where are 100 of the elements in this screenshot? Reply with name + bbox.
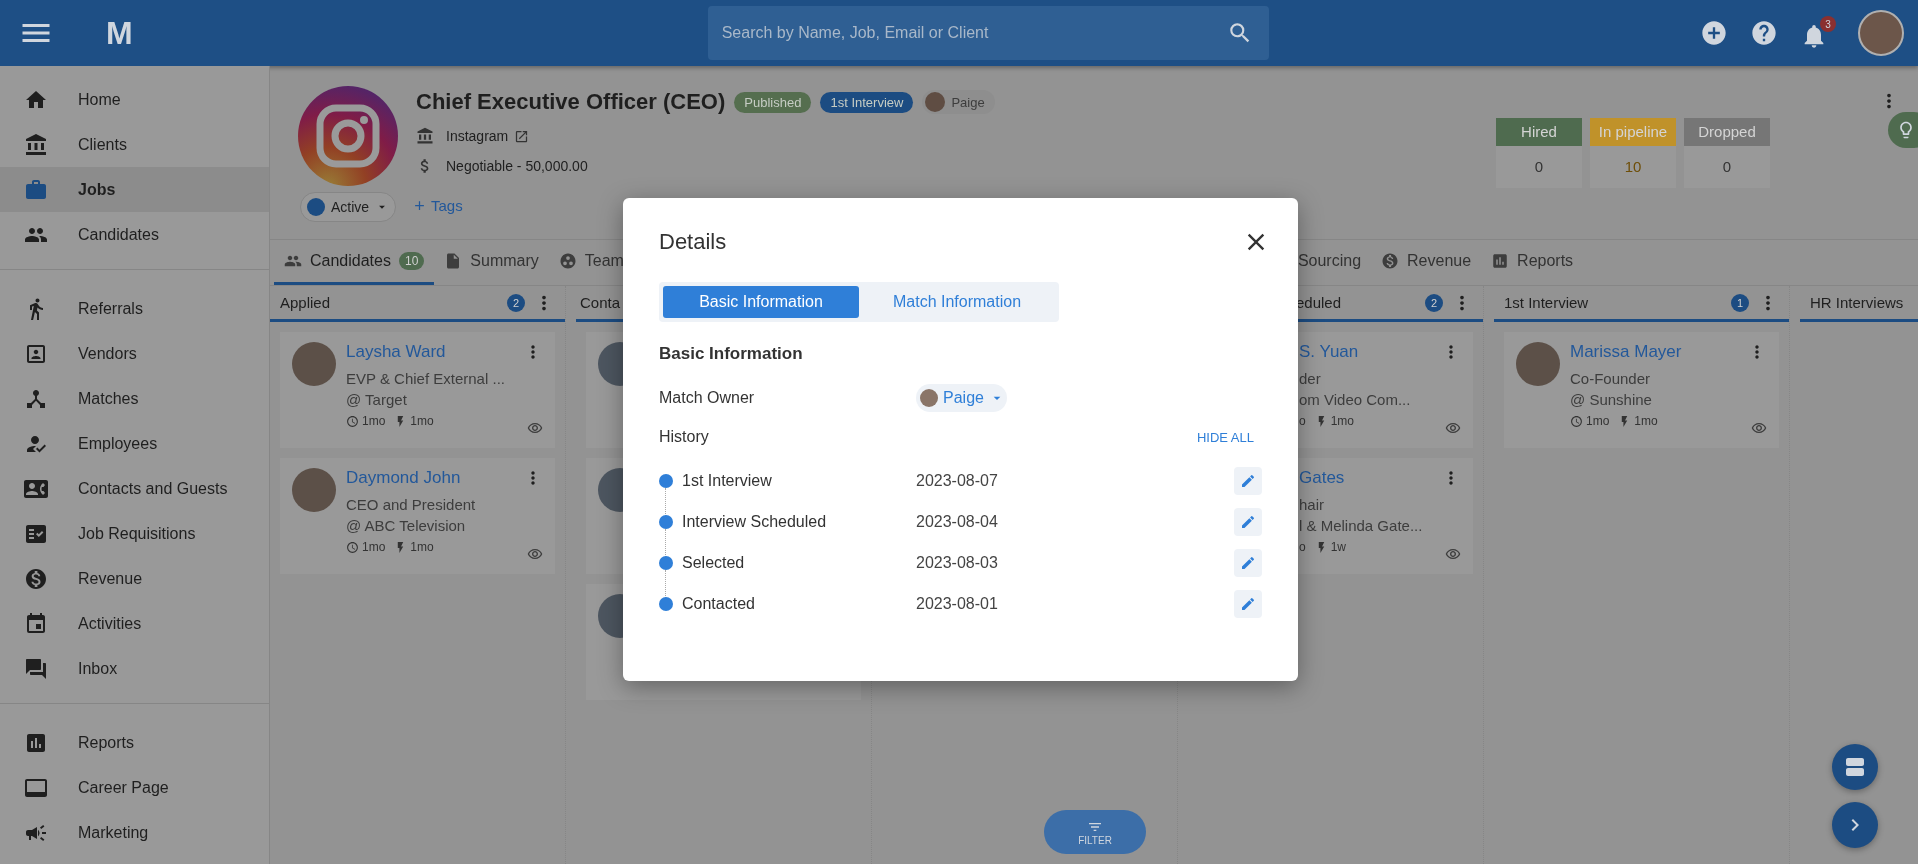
job-title: Chief Executive Officer (CEO) — [416, 89, 726, 115]
timeline-dot — [659, 473, 673, 488]
stat-label: Hired — [1496, 118, 1582, 146]
notifications-button[interactable]: 3 — [1800, 16, 1836, 50]
sidebar-item[interactable]: Jobs — [0, 167, 269, 212]
owner-chip[interactable]: Paige — [922, 90, 995, 114]
candidate-name[interactable]: S. Yuan — [1299, 342, 1463, 362]
sidebar-item[interactable]: Contacts and Guests — [0, 466, 269, 511]
owner-dropdown[interactable]: Paige — [916, 384, 1007, 412]
timeline-dot — [659, 596, 673, 611]
field-label: History — [659, 428, 710, 446]
last-activity: 1mo — [410, 414, 434, 428]
salary-text: Negotiable - 50,000.00 — [446, 158, 588, 174]
candidate-company: l & Melinda Gate... — [1299, 517, 1424, 534]
external-link-icon[interactable] — [514, 128, 530, 144]
last-activity: 1mo — [1634, 414, 1658, 428]
history-date: 2023-08-01 — [916, 594, 998, 613]
status-badge: Published — [734, 91, 812, 113]
sidebar-item[interactable]: Candidates — [0, 212, 269, 257]
edit-icon[interactable] — [1234, 507, 1262, 536]
column-title: HR Interviews — [1810, 294, 1904, 311]
page-tab[interactable]: Summary — [434, 240, 549, 285]
candidate-company: om Video Com... — [1299, 391, 1412, 408]
add-icon[interactable] — [1700, 19, 1728, 47]
sidebar-item[interactable]: Vendors — [0, 331, 269, 376]
client-name: Instagram — [446, 128, 509, 144]
candidate-card[interactable]: Laysha Ward EVP & Chief External ... @ Target 1mo 1mo — [280, 332, 555, 448]
timeline-dot — [659, 555, 673, 570]
chat-icon — [24, 656, 48, 681]
sidebar-item[interactable]: Employees — [0, 421, 269, 466]
history-stage: Contacted — [682, 594, 756, 613]
page-tab[interactable]: Revenue — [1371, 240, 1482, 285]
add-tags-link[interactable]: Tags — [412, 197, 995, 214]
clock-icon — [1570, 414, 1583, 428]
last-contact: 1mo — [362, 414, 386, 428]
last-contact: o — [1299, 414, 1306, 428]
column-title: eduled — [1296, 294, 1342, 311]
candidate-role: der — [1299, 370, 1322, 387]
candidate-company: @ Sunshine — [1570, 391, 1653, 408]
column-count: 2 — [1425, 293, 1443, 312]
status-dropdown[interactable]: Active — [299, 192, 397, 222]
bank-icon — [24, 132, 48, 157]
eye-icon[interactable] — [1445, 420, 1461, 436]
sidebar-item[interactable]: Home — [0, 77, 269, 122]
sidebar-item[interactable]: Reports — [0, 720, 269, 765]
chevron-right-icon[interactable] — [1832, 802, 1878, 848]
sidebar-item[interactable]: Marketing — [0, 810, 269, 855]
history-date: 2023-08-07 — [916, 471, 998, 490]
dollar-icon — [24, 566, 48, 591]
page-tab[interactable]: Team — [548, 240, 634, 285]
candidate-name[interactable]: Marissa Mayer — [1570, 342, 1769, 362]
dollar-icon — [1381, 252, 1400, 270]
eye-icon[interactable] — [1445, 546, 1461, 562]
candidate-company: @ ABC Television — [346, 517, 467, 534]
history-date: 2023-08-04 — [916, 512, 998, 531]
stat-value: 0 — [1533, 157, 1545, 177]
sidebar-item[interactable]: Clients — [0, 122, 269, 167]
sidebar-item[interactable]: Referrals — [0, 286, 269, 331]
status-dot — [306, 198, 325, 216]
last-contact: 1mo — [362, 540, 386, 554]
eye-icon[interactable] — [1751, 420, 1767, 436]
briefcase-icon — [24, 177, 48, 202]
eye-icon[interactable] — [527, 420, 543, 436]
candidate-role: Co-Founder — [1570, 370, 1652, 387]
candidate-name[interactable]: Gates — [1299, 468, 1463, 488]
sidebar-item[interactable]: Activities — [0, 601, 269, 646]
user-avatar[interactable] — [1858, 10, 1904, 56]
tab-count: 10 — [398, 252, 425, 270]
edit-icon[interactable] — [1234, 548, 1262, 577]
camera-logo-icon — [298, 86, 398, 186]
avatar — [1516, 342, 1560, 386]
column-title: 1st Interview — [1504, 294, 1589, 311]
sidebar-item[interactable]: Matches — [0, 376, 269, 421]
candidate-name[interactable]: Daymond John — [346, 468, 545, 488]
candidate-card[interactable]: Daymond John CEO and President @ ABC Television 1mo 1mo — [280, 458, 555, 574]
stat-label: In pipeline — [1590, 118, 1676, 146]
sidebar-item[interactable]: Job Requisitions — [0, 511, 269, 556]
candidate-company: @ Target — [346, 391, 408, 408]
hide-all-button[interactable]: HIDE ALL — [1196, 429, 1254, 445]
history-stage: 1st Interview — [682, 471, 773, 490]
help-icon[interactable] — [1750, 19, 1778, 47]
edit-icon[interactable] — [1234, 466, 1262, 495]
page-tab[interactable]: Candidates 10 — [274, 240, 435, 285]
app-logo[interactable]: M — [106, 14, 133, 52]
page-tab[interactable]: Reports — [1481, 240, 1584, 285]
filter-button[interactable]: FILTER — [1044, 810, 1146, 854]
dialog-tab[interactable]: Basic Information — [663, 286, 859, 318]
status-badge: 1st Interview — [820, 91, 914, 113]
eye-icon[interactable] — [527, 546, 543, 562]
dialog-tab[interactable]: Match Information — [859, 286, 1055, 318]
page-tab[interactable]: Sourcing — [1293, 240, 1372, 285]
candidate-card[interactable]: Marissa Mayer Co-Founder @ Sunshine 1mo 1mo — [1504, 332, 1779, 448]
search-field[interactable]: Search by Name, Job, Email or Client — [707, 6, 1269, 60]
candidate-name[interactable]: Laysha Ward — [346, 342, 545, 362]
avatar — [925, 92, 946, 112]
sidebar-item[interactable]: Career Page — [0, 765, 269, 810]
edit-icon[interactable] — [1234, 589, 1262, 618]
list-view-icon[interactable] — [1832, 744, 1878, 790]
sidebar-item[interactable]: Revenue — [0, 556, 269, 601]
sidebar-item[interactable]: Inbox — [0, 646, 269, 691]
